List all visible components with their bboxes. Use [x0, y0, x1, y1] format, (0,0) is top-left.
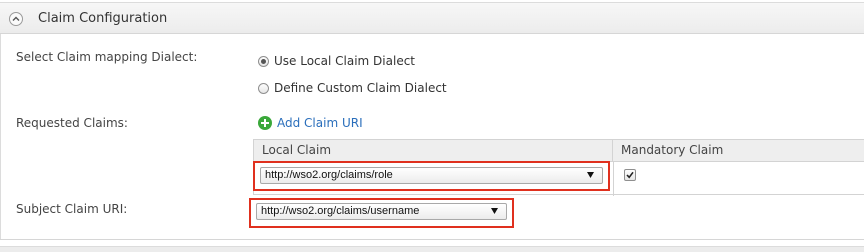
- column-header-local-claim: Local Claim: [254, 140, 613, 162]
- radio-button[interactable]: [258, 55, 269, 67]
- dropdown-arrow-icon: [491, 208, 498, 214]
- add-claim-uri-link[interactable]: Add Claim URI: [258, 116, 363, 130]
- subject-claim-select[interactable]: http://wso2.org/claims/username: [256, 203, 507, 220]
- local-claim-select-value: http://wso2.org/claims/role: [265, 169, 393, 181]
- radio-label: Define Custom Claim Dialect: [274, 81, 447, 95]
- dropdown-arrow-icon: [587, 172, 594, 178]
- chevron-up-icon[interactable]: [9, 12, 23, 26]
- subject-claim-label: Subject Claim URI:: [16, 202, 128, 216]
- local-claim-select[interactable]: http://wso2.org/claims/role: [260, 167, 603, 184]
- mandatory-claim-checkbox[interactable]: [624, 169, 636, 181]
- next-panel-edge: [0, 246, 864, 252]
- panel-bottom-border: [0, 239, 864, 240]
- panel-title: Claim Configuration: [38, 11, 168, 26]
- column-header-mandatory-claim: Mandatory Claim: [613, 140, 864, 162]
- column-divider: [613, 162, 614, 196]
- requested-claims-label: Requested Claims:: [16, 116, 128, 130]
- plus-circle-icon: [258, 116, 272, 130]
- subject-claim-select-value: http://wso2.org/claims/username: [261, 205, 420, 217]
- radio-use-local-dialect[interactable]: Use Local Claim Dialect: [258, 54, 415, 68]
- radio-button[interactable]: [258, 82, 269, 94]
- radio-define-custom-dialect[interactable]: Define Custom Claim Dialect: [258, 81, 447, 95]
- dialect-label: Select Claim mapping Dialect:: [16, 50, 198, 64]
- radio-label: Use Local Claim Dialect: [274, 54, 415, 68]
- panel-left-border: [0, 34, 1, 239]
- claim-configuration-header[interactable]: Claim Configuration: [0, 2, 864, 34]
- add-claim-uri-label: Add Claim URI: [277, 116, 363, 130]
